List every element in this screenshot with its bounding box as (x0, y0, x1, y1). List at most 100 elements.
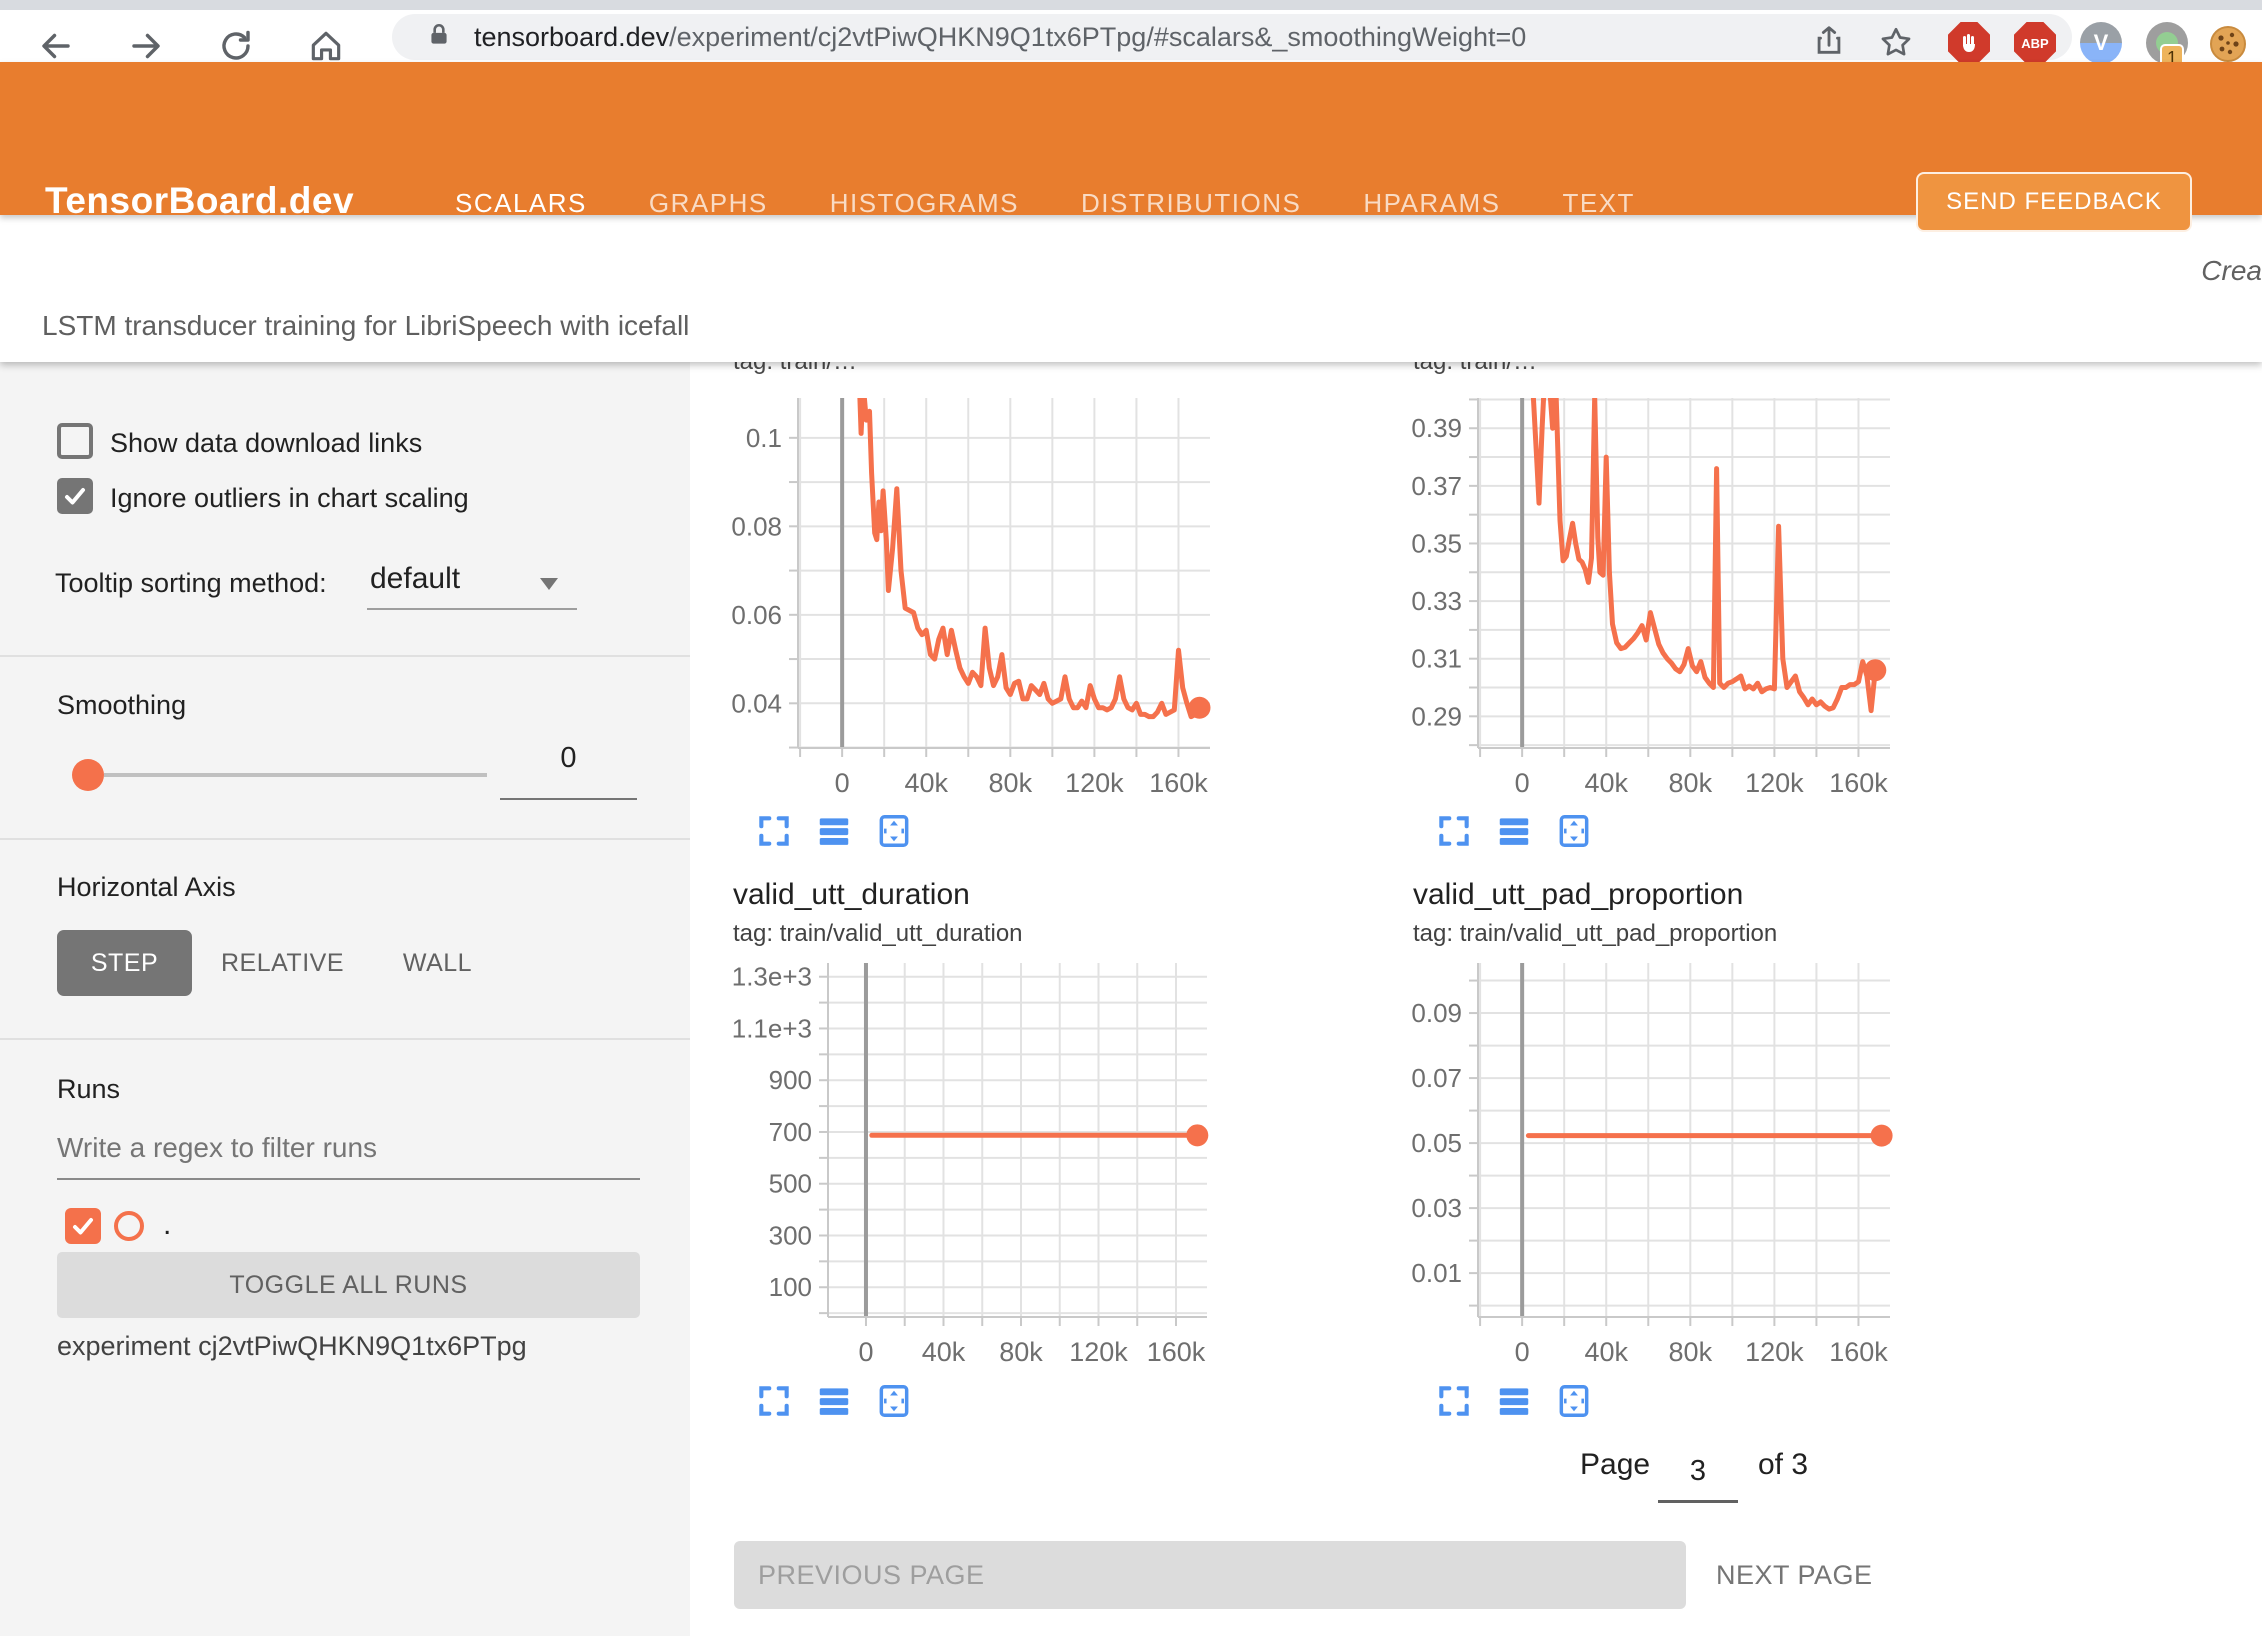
chart-toolbar-1 (755, 812, 913, 850)
y-tick-label: 0.08 (731, 511, 782, 541)
stop-hand-icon[interactable] (1948, 22, 1990, 64)
chart-tag-clipped: tag: train/… (733, 360, 1203, 377)
chart-plot-area-3[interactable] (828, 963, 1207, 1317)
tab-scalars[interactable]: SCALARS (455, 188, 587, 219)
chart-header-valid-utt-duration: valid_utt_duration tag: train/valid_utt_… (733, 878, 1023, 948)
tab-distributions[interactable]: DISTRIBUTIONS (1081, 188, 1301, 219)
next-page-button[interactable]: NEXT PAGE (1716, 1560, 1873, 1591)
x-tick-label: 80k (989, 768, 1033, 798)
runs-filter-input[interactable] (57, 1132, 640, 1164)
tooltip-sorting-label: Tooltip sorting method: (55, 568, 327, 599)
page-number-input[interactable]: 3 (1658, 1455, 1738, 1488)
x-tick-label: 0 (835, 768, 850, 798)
fit-domain-icon[interactable] (875, 1382, 913, 1420)
y-tick-label: 0.03 (1411, 1193, 1462, 1223)
show-download-links-label: Show data download links (110, 428, 422, 459)
chart-tag-clipped: tag: train/… (1413, 360, 1883, 377)
chevron-down-icon[interactable] (540, 578, 558, 590)
show-download-links-checkbox[interactable] (57, 423, 93, 459)
axis-wall-button[interactable]: WALL (385, 930, 490, 996)
y-tick-label: 1.1e+3 (732, 1013, 812, 1043)
y-tick-label: 0.1 (746, 423, 782, 453)
reload-icon[interactable] (216, 26, 256, 66)
chart-plot-area-4[interactable] (1478, 963, 1890, 1317)
run-color-swatch (114, 1211, 144, 1241)
y-tick-label: 0.05 (1411, 1128, 1462, 1158)
chart-toolbar-3 (755, 1382, 913, 1420)
tab-text[interactable]: TEXT (1562, 188, 1634, 219)
y-tick-label: 700 (769, 1117, 812, 1147)
browser-toolbar: tensorboard.dev/experiment/cj2vtPiwQHKN9… (0, 10, 2262, 64)
browser-tab-strip (0, 0, 2262, 10)
tooltip-sorting-dropdown[interactable]: default (370, 562, 460, 596)
x-tick-label: 80k (1669, 768, 1713, 798)
expand-chart-icon[interactable] (755, 812, 793, 850)
toggle-all-runs-button[interactable]: TOGGLE ALL RUNS (57, 1252, 640, 1318)
smoothing-value-underline (500, 798, 637, 800)
divider (0, 838, 690, 840)
smoothing-slider-track[interactable] (104, 773, 487, 777)
experiment-id-caption: experiment cj2vtPiwQHKN9Q1tx6PTpg (57, 1331, 527, 1362)
home-icon[interactable] (306, 26, 346, 66)
divider (0, 1038, 690, 1040)
smoothing-label: Smoothing (57, 690, 186, 721)
smoothing-slider-thumb[interactable] (72, 759, 104, 791)
url-text: tensorboard.dev/experiment/cj2vtPiwQHKN9… (474, 22, 1526, 53)
experiment-title: LSTM transducer training for LibriSpeech… (42, 310, 689, 342)
send-feedback-button[interactable]: SEND FEEDBACK (1916, 172, 2192, 232)
y-tick-label: 900 (769, 1065, 812, 1095)
chart-header-valid-utt-pad-proportion: valid_utt_pad_proportion tag: train/vali… (1413, 878, 1777, 948)
v-icon[interactable]: V (2080, 22, 2122, 64)
back-icon[interactable] (36, 26, 76, 66)
chart-plot-area-1[interactable] (798, 398, 1210, 748)
fit-domain-icon[interactable] (875, 812, 913, 850)
page-input-underline (1658, 1500, 1738, 1503)
x-tick-label: 80k (999, 1337, 1043, 1367)
expand-chart-icon[interactable] (755, 1382, 793, 1420)
x-tick-label: 160k (1829, 768, 1888, 798)
y-tick-label: 0.35 (1411, 528, 1462, 558)
smoothing-value-input[interactable]: 0 (500, 742, 637, 775)
tab-graphs[interactable]: GRAPHS (649, 188, 768, 219)
chart-title: valid_utt_duration (733, 878, 1023, 912)
y-tick-label: 0.29 (1411, 701, 1462, 731)
abp-icon[interactable]: ABP (2014, 22, 2056, 64)
experiment-info-bar: Crea LSTM transducer training for LibriS… (0, 215, 2262, 362)
runs-list-icon[interactable] (815, 1382, 853, 1420)
fit-domain-icon[interactable] (1555, 1382, 1593, 1420)
x-tick-label: 120k (1065, 768, 1124, 798)
fit-domain-icon[interactable] (1555, 812, 1593, 850)
expand-chart-icon[interactable] (1435, 1382, 1473, 1420)
axis-step-button[interactable]: STEP (57, 930, 192, 996)
forward-icon[interactable] (126, 26, 166, 66)
dropdown-underline (367, 608, 577, 610)
divider (0, 655, 690, 657)
axis-relative-button[interactable]: RELATIVE (210, 930, 355, 996)
x-tick-label: 40k (1584, 768, 1628, 798)
ignore-outliers-checkbox[interactable] (57, 478, 93, 514)
created-text-fragment: Crea (2201, 255, 2262, 287)
y-tick-label: 0.09 (1411, 998, 1462, 1028)
runs-list-icon[interactable] (1495, 812, 1533, 850)
x-tick-label: 80k (1669, 1337, 1713, 1367)
share-icon[interactable] (1812, 24, 1846, 63)
runs-list-icon[interactable] (1495, 1382, 1533, 1420)
x-tick-label: 40k (922, 1337, 966, 1367)
settings-sidebar: Show data download links Ignore outliers… (0, 362, 690, 1636)
previous-page-button[interactable]: PREVIOUS PAGE (734, 1541, 1686, 1609)
x-tick-label: 40k (1584, 1337, 1628, 1367)
tab-hparams[interactable]: HPARAMS (1363, 188, 1500, 219)
run-name: . (163, 1208, 171, 1242)
chart-plot-area-2[interactable] (1478, 398, 1890, 748)
horizontal-axis-label: Horizontal Axis (57, 872, 236, 903)
cookie-icon[interactable] (2208, 24, 2250, 66)
y-tick-label: 0.39 (1411, 413, 1462, 443)
run-checkbox[interactable] (65, 1208, 101, 1244)
star-icon[interactable] (1878, 24, 1914, 65)
runs-list-icon[interactable] (815, 812, 853, 850)
chart-tag: tag: train/valid_utt_duration (733, 920, 1023, 948)
chart-tag: tag: train/valid_utt_pad_proportion (1413, 920, 1777, 948)
page-of-label: of 3 (1758, 1448, 1808, 1482)
expand-chart-icon[interactable] (1435, 812, 1473, 850)
tab-histograms[interactable]: HISTOGRAMS (830, 188, 1019, 219)
